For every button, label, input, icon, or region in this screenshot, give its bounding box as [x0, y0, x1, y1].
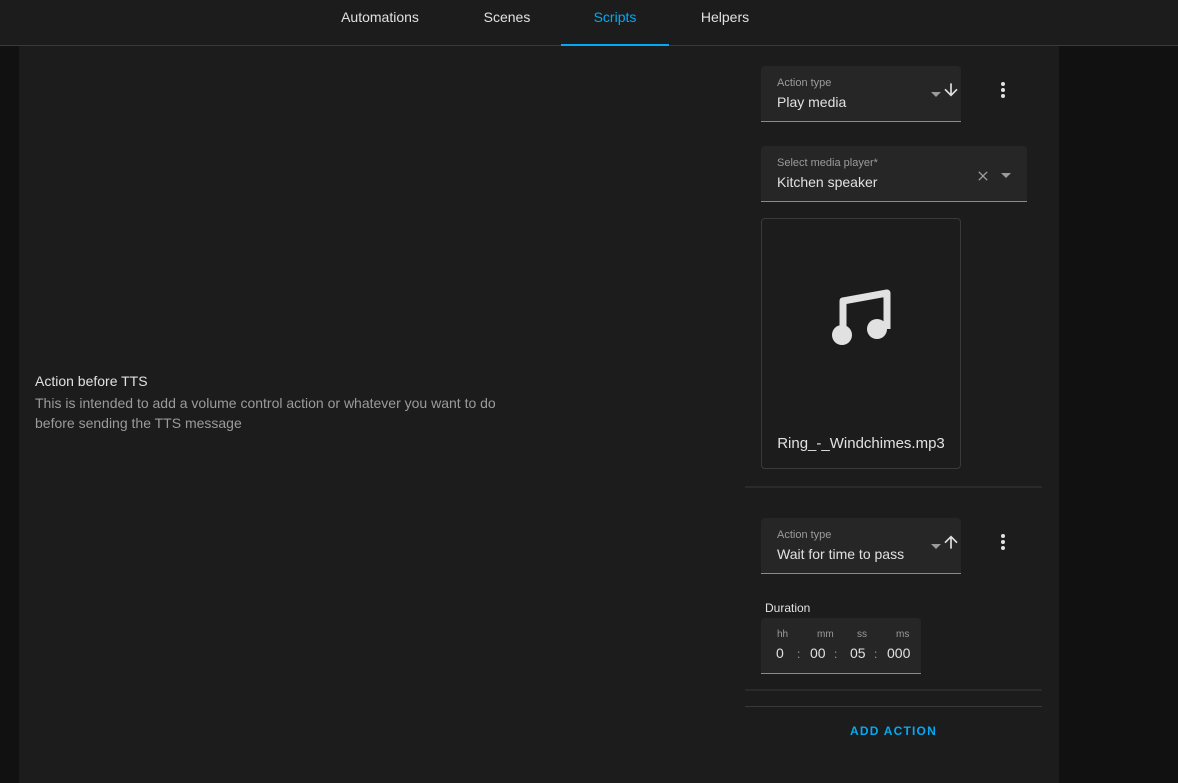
media-player-value: Kitchen speaker: [777, 174, 878, 190]
card-divider: [745, 486, 1042, 488]
add-action-card: ADD ACTION: [745, 706, 1042, 753]
hours-unit-label: hh: [777, 629, 789, 640]
action-type-value: Play media: [777, 94, 847, 110]
card-divider: [745, 689, 1042, 691]
right-gutter: [1059, 46, 1178, 783]
time-separator: :: [834, 647, 838, 661]
action-type-select-1[interactable]: Action type Play media: [761, 66, 961, 122]
duration-label: Duration: [765, 601, 811, 615]
more-vert-icon[interactable]: [989, 76, 1017, 104]
media-player-label: Select media player*: [777, 157, 878, 169]
media-item-card[interactable]: Ring_-_Windchimes.mp3: [761, 218, 961, 469]
media-file-name: Ring_-_Windchimes.mp3: [777, 435, 945, 452]
seconds-unit-label: ss: [857, 629, 867, 640]
more-vert-icon[interactable]: [989, 528, 1017, 556]
duration-input[interactable]: hh mm ss ms 0 : 00 : 05 : 000: [761, 618, 921, 674]
time-separator: :: [797, 647, 801, 661]
hours-field[interactable]: 0: [776, 645, 784, 661]
time-separator: :: [874, 647, 878, 661]
action-type-select-2[interactable]: Action type Wait for time to pass: [761, 518, 961, 574]
milliseconds-unit-label: ms: [896, 629, 910, 640]
left-gutter: [0, 46, 19, 783]
media-player-select[interactable]: Select media player* Kitchen speaker: [761, 146, 1027, 202]
chevron-down-icon[interactable]: [1001, 173, 1011, 178]
section-description: This is intended to add a volume control…: [35, 395, 496, 431]
action-type-label: Action type: [777, 77, 832, 89]
tab-scenes[interactable]: Scenes: [466, 0, 548, 46]
section-title: Action before TTS: [35, 373, 148, 389]
close-icon[interactable]: [969, 162, 997, 190]
tab-scripts[interactable]: Scripts: [561, 0, 669, 46]
tab-automations[interactable]: Automations: [325, 0, 435, 46]
milliseconds-field[interactable]: 000: [887, 645, 910, 661]
top-navigation-bar: Automations Scenes Scripts Helpers: [0, 0, 1178, 46]
arrow-down-icon[interactable]: [937, 76, 965, 104]
action-type-value: Wait for time to pass: [777, 546, 905, 562]
action-type-label: Action type: [777, 529, 832, 541]
minutes-field[interactable]: 00: [810, 645, 826, 661]
minutes-unit-label: mm: [817, 629, 834, 640]
add-action-button[interactable]: ADD ACTION: [745, 724, 1042, 738]
tab-helpers[interactable]: Helpers: [684, 0, 766, 46]
arrow-up-icon[interactable]: [937, 528, 965, 556]
music-note-icon: [829, 289, 893, 354]
seconds-field[interactable]: 05: [850, 645, 866, 661]
